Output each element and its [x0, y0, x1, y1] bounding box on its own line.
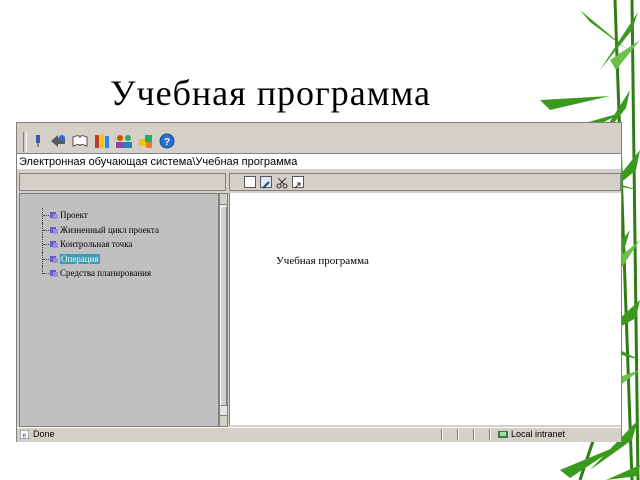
svg-text:e: e — [23, 433, 27, 440]
leaf-icon — [50, 226, 58, 234]
scroll-up-button[interactable] — [220, 194, 227, 205]
cut-icon[interactable] — [276, 176, 288, 189]
scroll-down-button[interactable] — [220, 415, 227, 426]
zone-label: Local intranet — [511, 429, 566, 439]
content-toolbar — [229, 173, 621, 191]
book-icon[interactable] — [71, 132, 89, 150]
leaf-icon — [50, 212, 58, 219]
pin-icon[interactable] — [29, 132, 47, 150]
tree-pane: Проект Жизненный цикл проекта Контрольна… — [19, 193, 219, 427]
page-icon: e — [20, 430, 29, 439]
new-document-icon[interactable] — [244, 176, 256, 188]
status-divider — [489, 429, 491, 440]
tree-scrollbar[interactable] — [219, 193, 228, 427]
address-bar[interactable]: Электронная обучающая система\Учебная пр… — [17, 153, 621, 169]
tree-item-project[interactable]: Проект — [38, 208, 218, 223]
help-icon[interactable]: ? — [158, 132, 176, 150]
leaf-icon — [50, 241, 58, 249]
content-pane: Учебная программа — [229, 193, 621, 425]
security-zone: Local intranet — [497, 428, 565, 441]
leaf-icon — [50, 255, 58, 263]
browser-window: ? Электронная обучающая система\Учебная … — [16, 122, 622, 442]
export-icon[interactable] — [292, 176, 304, 189]
status-done: e Done — [19, 428, 55, 441]
status-divider — [457, 429, 459, 440]
back-icon[interactable] — [49, 132, 67, 150]
tree-item-operation[interactable]: Операция — [38, 251, 218, 267]
puzzle-icon[interactable] — [137, 132, 155, 150]
slide-title: Учебная программа — [110, 73, 431, 113]
intranet-icon — [498, 431, 508, 438]
tree-item-lifecycle[interactable]: Жизненный цикл проекта — [38, 222, 218, 238]
status-divider — [441, 429, 443, 440]
status-divider — [473, 429, 475, 440]
tree-item-planning-tools[interactable]: Средства планирования — [38, 266, 218, 281]
tree-item-checkpoint[interactable]: Контрольная точка — [38, 237, 218, 252]
status-text: Done — [33, 429, 55, 439]
navigation-tree: Проект Жизненный цикл проекта Контрольна… — [38, 208, 218, 281]
library-icon[interactable] — [93, 132, 111, 150]
tree-pane-header — [19, 173, 226, 191]
leaf-icon — [50, 270, 58, 278]
tree-item-label: Средства планирования — [60, 268, 152, 279]
scroll-thumb[interactable] — [220, 206, 227, 406]
edit-icon[interactable] — [260, 176, 272, 189]
tree-item-label: Проект — [60, 210, 88, 220]
main-toolbar: ? — [17, 129, 621, 155]
svg-text:?: ? — [164, 137, 170, 148]
toolbar-grip — [23, 132, 27, 152]
content-heading: Учебная программа — [276, 255, 369, 267]
tree-item-label: Жизненный цикл проекта — [60, 224, 159, 235]
status-bar: e Done Local intranet — [17, 427, 621, 442]
tree-item-label: Операция — [60, 253, 100, 264]
tree-item-label: Контрольная точка — [60, 239, 133, 250]
users-icon[interactable] — [115, 132, 133, 150]
